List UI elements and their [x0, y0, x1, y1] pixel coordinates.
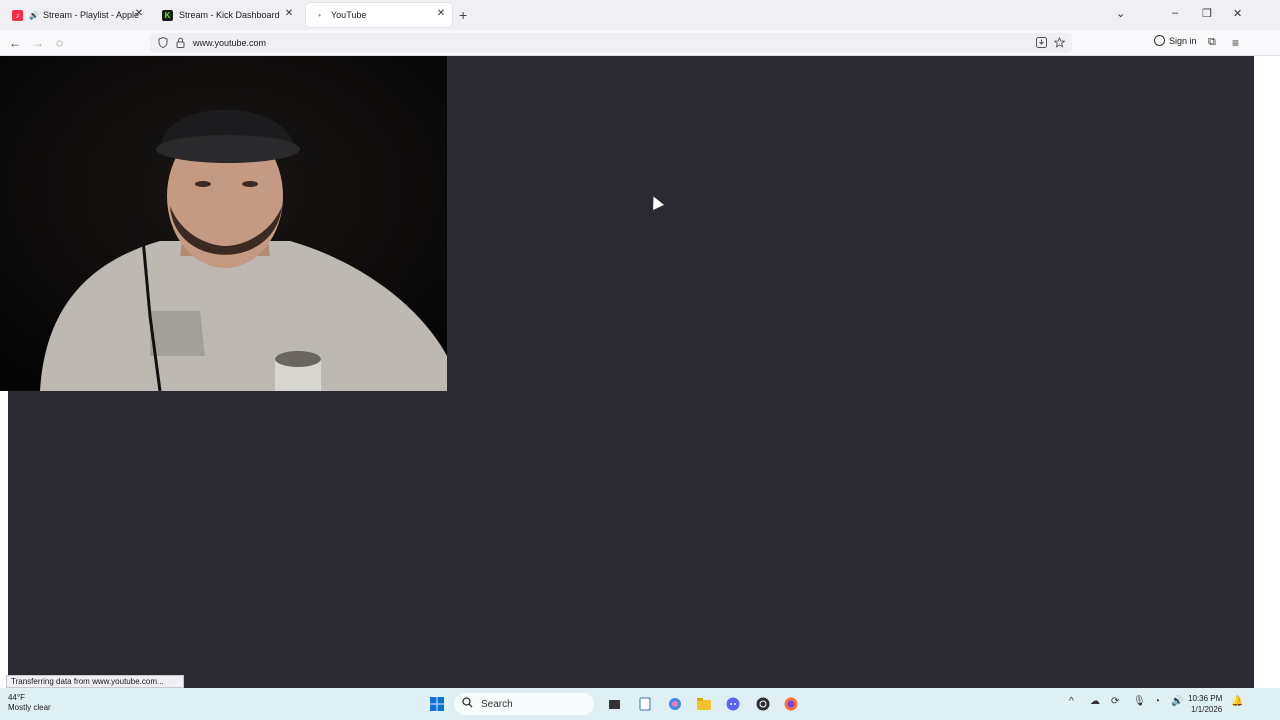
close-window-button[interactable]: ✕ [1233, 7, 1242, 20]
task-view-icon[interactable] [606, 696, 622, 712]
webcam-person-image [0, 56, 447, 391]
account-icon [1154, 35, 1165, 46]
tab-youtube[interactable]: • YouTube ✕ [306, 3, 452, 27]
search-label: Search [481, 698, 513, 710]
search-icon [462, 697, 473, 711]
clock-time: 10:36 PM [1188, 694, 1223, 703]
back-button[interactable]: ← [9, 36, 21, 50]
close-tab-icon[interactable]: ✕ [434, 8, 448, 19]
taskbar-clock[interactable]: 10:36 PM 1/1/2026 [1188, 693, 1222, 715]
status-bar: Transferring data from www.youtube.com..… [6, 675, 184, 688]
sign-in-button[interactable]: Sign in [1154, 35, 1197, 46]
speaker-icon[interactable]: 🔊 [29, 11, 39, 20]
loading-dot-icon: • [318, 10, 321, 20]
sync-icon[interactable]: ⟳ [1111, 696, 1119, 707]
firefox-icon[interactable] [783, 696, 799, 712]
file-explorer-icon[interactable] [696, 696, 712, 712]
url-bar[interactable]: www.youtube.com [150, 33, 1072, 53]
show-hidden-icons-chevron-icon[interactable]: ^ [1069, 696, 1074, 707]
weather-desc: Mostly clear [8, 703, 51, 712]
url-text[interactable]: www.youtube.com [193, 38, 266, 48]
weather-widget[interactable]: 44°F Mostly clear [8, 693, 51, 713]
download-app-icon[interactable] [1036, 37, 1047, 51]
tab-label: Stream - Playlist - Apple Mu [42, 10, 139, 20]
left-margin [0, 391, 8, 688]
menu-icon[interactable]: ≡ [1232, 36, 1239, 50]
taskbar-search[interactable]: Search [454, 693, 594, 715]
bookmark-star-icon[interactable] [1053, 36, 1066, 51]
forward-button[interactable]: → [32, 36, 44, 50]
close-tab-icon[interactable]: ✕ [282, 8, 296, 19]
shield-icon[interactable] [158, 36, 168, 51]
tab-label: Stream - Kick Dashboard [179, 10, 280, 20]
apple-music-icon: ♪ [12, 9, 23, 21]
wifi-icon[interactable]: ◔ [1154, 696, 1160, 707]
list-tabs-icon[interactable]: ⌄ [1116, 7, 1125, 20]
tab-bar: ♪ 🔊 Stream - Playlist - Apple Mu ✕ K Str… [0, 0, 1280, 30]
discord-icon[interactable] [725, 696, 741, 712]
restore-button[interactable]: ❐ [1202, 7, 1212, 20]
tab-label: YouTube [331, 10, 367, 20]
volume-icon[interactable]: 🔊 [1171, 696, 1183, 707]
microphone-icon[interactable]: 🎙 [1133, 696, 1146, 707]
navigation-bar: ← → ◌ www.youtube.com Sign in ⧉ ≡ [0, 30, 1280, 56]
sign-in-label: Sign in [1169, 35, 1197, 46]
webcam-overlay [0, 56, 447, 391]
reload-loading-icon[interactable]: ◌ [56, 36, 63, 50]
tab-apple-music[interactable]: ♪ 🔊 Stream - Playlist - Apple Mu ✕ [4, 3, 150, 27]
kick-icon: K [162, 9, 173, 21]
obs-icon[interactable] [755, 696, 771, 712]
close-tab-icon[interactable]: ✕ [132, 8, 146, 19]
minimize-button[interactable]: – [1172, 7, 1178, 19]
extensions-icon[interactable]: ⧉ [1208, 36, 1216, 49]
weather-temp: 44°F [8, 693, 25, 702]
notification-bell-icon[interactable]: 🔔 [1231, 696, 1243, 707]
copilot-icon[interactable] [667, 696, 683, 712]
tab-kick-dashboard[interactable]: K Stream - Kick Dashboard ✕ [154, 3, 300, 27]
taskbar: 44°F Mostly clear Search ^ ☁ ⟳ 🎙 ◔ 🔊 10:… [0, 688, 1280, 720]
new-tab-button[interactable]: + [459, 7, 467, 23]
clock-date: 1/1/2026 [1191, 705, 1223, 714]
onedrive-icon[interactable]: ☁ [1090, 696, 1100, 707]
lock-icon[interactable] [176, 37, 185, 51]
notepad-icon[interactable] [637, 696, 653, 712]
right-margin [1254, 56, 1280, 688]
start-windows-icon[interactable] [429, 696, 445, 712]
